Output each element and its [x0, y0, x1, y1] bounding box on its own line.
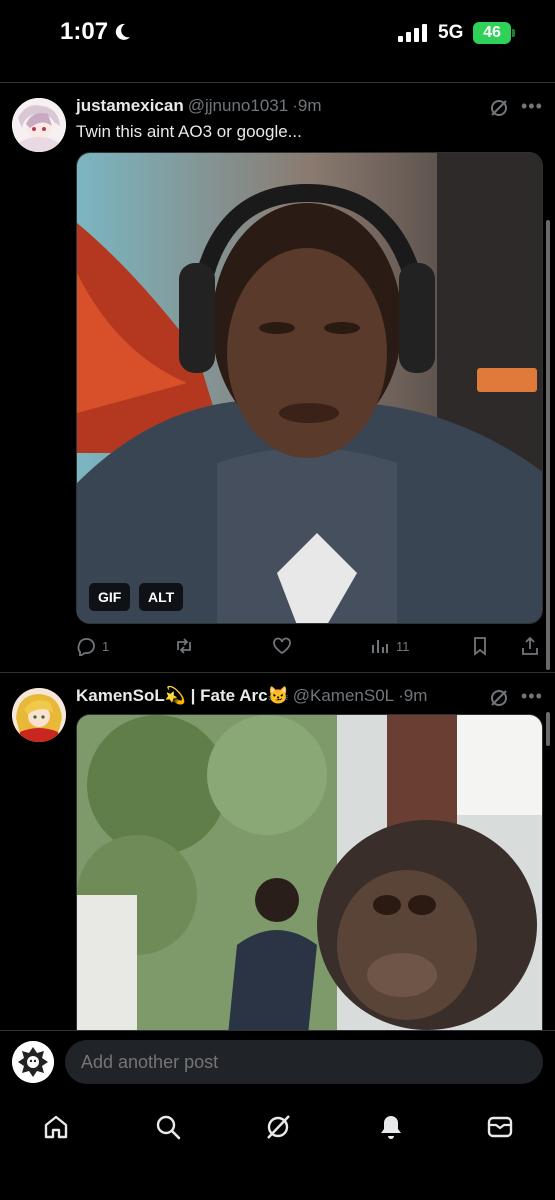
status-time: 1:07: [60, 18, 109, 45]
top-divider: [0, 82, 555, 83]
views-icon: [372, 640, 388, 653]
scrollbar-segment[interactable]: [546, 712, 550, 746]
post-card[interactable]: justamexican @jjnuno1031·9m ••• Twin this…: [0, 84, 555, 672]
search-icon: [156, 1115, 181, 1140]
home-icon: [44, 1115, 68, 1139]
retweet-icon: [177, 638, 191, 654]
signal-icon: [398, 24, 427, 42]
tab-bar: [0, 1092, 555, 1200]
grok-icon: [267, 1115, 290, 1139]
post-age: 9m: [403, 686, 428, 705]
media-image: [77, 715, 542, 1030]
handle[interactable]: @jjnuno1031: [188, 96, 288, 115]
post-media[interactable]: [76, 714, 543, 1030]
reply-count: 1: [102, 638, 110, 654]
messages-icon: [487, 1116, 513, 1138]
moon-icon: [115, 23, 130, 40]
heart-icon: [273, 637, 291, 655]
network-type: 5G: [438, 22, 464, 43]
media-image: [77, 153, 542, 623]
post-media[interactable]: GIF ALT: [76, 152, 543, 624]
tab-messages[interactable]: [485, 1112, 515, 1142]
post-card[interactable]: KamenSoL💫 | Fate Arc😼 @KamenS0L ·9m •••: [0, 674, 555, 1030]
avatar[interactable]: [12, 98, 66, 152]
like-button[interactable]: [272, 634, 292, 658]
view-count: 11: [396, 638, 410, 654]
reply-bar: [0, 1030, 555, 1092]
display-name[interactable]: KamenSoL💫 | Fate Arc😼: [76, 686, 289, 705]
more-icon[interactable]: •••: [521, 96, 543, 116]
battery-indicator: 46: [473, 22, 511, 44]
tab-notifications[interactable]: [376, 1112, 406, 1142]
status-bar: 1:07 5G 46: [0, 0, 555, 68]
more-icon[interactable]: •••: [521, 686, 543, 706]
add-post-input[interactable]: [65, 1040, 543, 1084]
alt-badge[interactable]: ALT: [139, 583, 184, 611]
battery-tip: [512, 29, 515, 37]
bookmark-button[interactable]: [470, 634, 490, 658]
share-button[interactable]: [520, 634, 540, 658]
tab-grok[interactable]: [263, 1112, 293, 1142]
reply-icon: [77, 638, 95, 656]
user-avatar[interactable]: [12, 1041, 54, 1083]
post-age: 9m: [297, 96, 322, 115]
share-icon: [522, 636, 538, 655]
post-actions: 1 11: [76, 634, 543, 658]
post-header: justamexican @jjnuno1031·9m: [76, 96, 321, 118]
display-name[interactable]: justamexican: [76, 96, 184, 115]
grok-icon[interactable]: [489, 98, 509, 118]
post-header: KamenSoL💫 | Fate Arc😼 @KamenS0L ·9m: [76, 686, 427, 708]
post-text: Twin this aint AO3 or google...: [76, 122, 302, 141]
reply-button[interactable]: 1: [76, 634, 109, 658]
scrollbar[interactable]: [546, 220, 550, 670]
handle[interactable]: @KamenS0L: [293, 686, 394, 705]
grok-icon[interactable]: [489, 688, 509, 708]
gif-badge[interactable]: GIF: [89, 583, 131, 611]
views-button[interactable]: 11: [370, 634, 410, 658]
tab-home[interactable]: [41, 1112, 71, 1142]
tab-search[interactable]: [153, 1112, 183, 1142]
post-divider: [0, 672, 555, 673]
retweet-button[interactable]: [174, 634, 194, 658]
bookmark-icon: [474, 637, 486, 656]
notifications-icon: [381, 1116, 401, 1139]
avatar[interactable]: [12, 688, 66, 742]
